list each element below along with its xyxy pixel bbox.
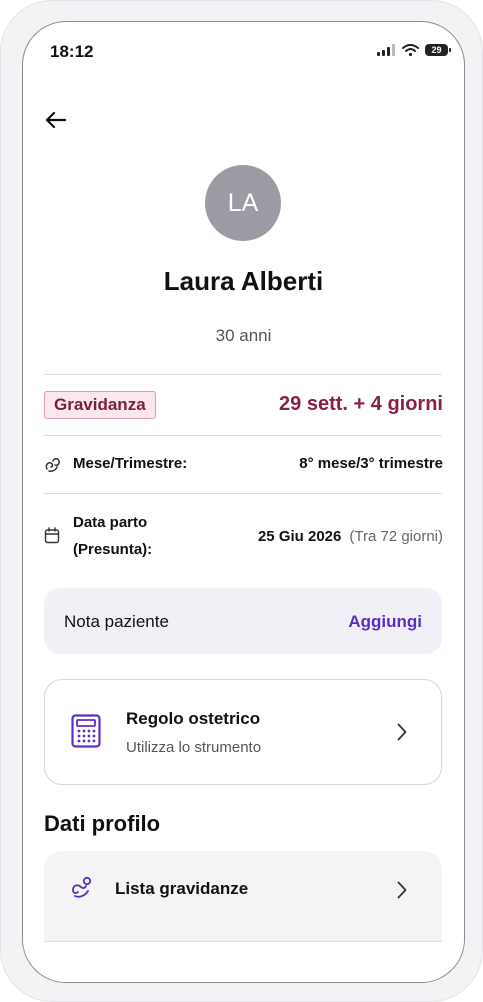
arrow-left-icon: [45, 111, 66, 129]
status-time: 18:12: [50, 42, 94, 61]
section-title: Dati profilo: [44, 811, 161, 836]
obstetric-wheel-card[interactable]: Regolo ostetrico Utilizza lo strumento: [44, 679, 442, 785]
pregnancy-badge: Gravidanza: [44, 391, 156, 419]
due-date-label-line1: Data parto: [73, 514, 148, 531]
baby-icon: [72, 876, 92, 898]
due-remaining: (Tra 72 giorni): [349, 528, 443, 545]
fetus-icon: [45, 458, 60, 472]
tool-title: Regolo ostetrico: [126, 709, 261, 728]
bottom-area: [23, 942, 464, 982]
list-item-label: Lista gravidanze: [115, 879, 249, 898]
patient-name: Laura Alberti: [163, 266, 324, 296]
avatar: LA: [205, 165, 281, 241]
due-date-value: 25 Giu 2026 (Tra 72 giorni): [258, 528, 443, 545]
list-item-pregnancies[interactable]: Lista gravidanze: [44, 851, 442, 927]
due-date-label-line2: (Presunta):: [73, 541, 153, 558]
add-note-button[interactable]: Aggiungi: [348, 612, 422, 632]
battery-icon: 29: [425, 44, 451, 56]
due-date-text: 25 Giu 2026: [257, 528, 342, 545]
patient-note-card: Nota paziente Aggiungi: [44, 588, 442, 654]
patient-age: 30 anni: [215, 326, 272, 345]
month-value: 8° mese/3° trimestre: [299, 455, 443, 472]
divider: [44, 493, 442, 494]
due-date-label: Data parto (Presunta):: [73, 509, 152, 563]
phone-screen: 18:12 29 LA Laura Alberti 30 anni Gravid…: [22, 21, 465, 983]
note-label: Nota paziente: [64, 612, 169, 631]
calendar-icon: [44, 527, 60, 544]
device-frame: 18:12 29 LA Laura Alberti 30 anni Gravid…: [0, 0, 483, 1002]
divider: [44, 374, 442, 375]
calculator-icon: [71, 714, 101, 748]
chevron-right-icon: [397, 723, 407, 741]
gestation-value: 29 sett. + 4 giorni: [279, 393, 443, 415]
month-label: Mese/Trimestre:: [73, 455, 188, 472]
back-button[interactable]: [41, 106, 69, 134]
chevron-right-icon: [397, 881, 407, 899]
wifi-icon: [402, 44, 419, 56]
divider: [44, 435, 442, 436]
month-value-text: 8° mese/3° trimestre: [299, 455, 443, 472]
status-icons: 29: [377, 44, 451, 56]
signal-icon: [377, 44, 395, 56]
tool-subtitle: Utilizza lo strumento: [126, 739, 262, 756]
